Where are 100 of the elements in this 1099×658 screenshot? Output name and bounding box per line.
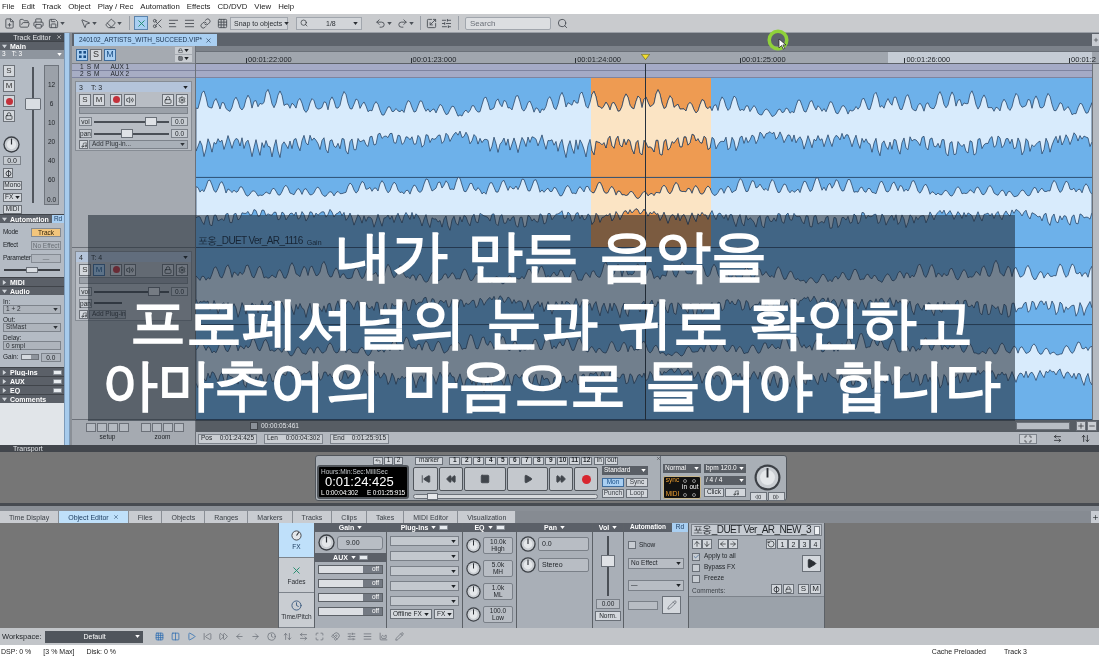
pan-knob[interactable] (520, 556, 536, 573)
toolbar-button[interactable] (377, 630, 390, 643)
lock-button[interactable] (783, 584, 794, 594)
cross-tool-button[interactable] (134, 16, 148, 30)
note-button[interactable] (725, 488, 746, 497)
move-up-button[interactable] (692, 539, 702, 549)
fader-thumb[interactable] (25, 98, 41, 110)
pointer-tool-button[interactable] (79, 16, 97, 30)
eq-knob[interactable] (466, 560, 481, 576)
settings-button[interactable] (176, 263, 188, 276)
move-left-button[interactable] (718, 539, 728, 549)
search-button[interactable] (556, 16, 568, 30)
move-down-button[interactable] (702, 539, 712, 549)
zoom-out-button[interactable] (1087, 421, 1097, 431)
save-button[interactable] (47, 16, 65, 30)
toolbar-button[interactable] (297, 630, 310, 643)
slider-thumb[interactable] (26, 267, 38, 273)
eq-knob[interactable] (466, 606, 481, 622)
volume-fader[interactable] (601, 536, 615, 596)
toolbar-button[interactable] (361, 630, 374, 643)
mute-button[interactable]: M (3, 80, 15, 92)
checkbox[interactable] (692, 574, 700, 583)
add-tab-button[interactable] (1092, 34, 1099, 46)
toolbar-button[interactable] (249, 630, 262, 643)
speaker-button[interactable] (124, 263, 136, 276)
stop-button[interactable] (464, 467, 506, 491)
solo-button[interactable]: S (79, 263, 91, 276)
solo-button[interactable]: S (79, 93, 91, 106)
mute-button[interactable]: M (810, 584, 821, 594)
grid-button[interactable] (216, 16, 228, 30)
open-button[interactable] (18, 16, 30, 30)
toolbar-button[interactable] (329, 630, 342, 643)
vertical-scrollbar[interactable] (1092, 64, 1099, 420)
lock-button[interactable] (162, 93, 174, 106)
comments-field[interactable] (0, 403, 64, 445)
solo-button[interactable]: S (798, 584, 809, 594)
slider-thumb[interactable] (426, 493, 438, 500)
play-button[interactable] (507, 467, 548, 491)
volume-fader[interactable] (24, 67, 42, 203)
undo-button[interactable] (374, 16, 392, 30)
draw-button[interactable] (662, 596, 681, 614)
phase-button[interactable] (3, 168, 13, 178)
zoom-in-button[interactable] (1076, 421, 1086, 431)
lock-button[interactable] (162, 263, 174, 276)
rewind-button[interactable] (439, 467, 463, 491)
checkbox[interactable] (692, 552, 700, 561)
record-button[interactable] (3, 95, 15, 107)
jog-wheel[interactable] (753, 464, 781, 491)
toolbar-button[interactable] (345, 630, 358, 643)
plugin-slot[interactable] (390, 551, 459, 561)
solo-button[interactable]: S (3, 65, 15, 77)
slider-button[interactable] (440, 16, 453, 30)
speaker-button[interactable] (124, 93, 136, 106)
toolbar-button[interactable] (185, 630, 198, 643)
value-field[interactable] (628, 600, 658, 610)
plugin-slot[interactable] (390, 581, 459, 591)
mute-button[interactable]: M (93, 93, 105, 106)
toolbar-button[interactable] (169, 630, 182, 643)
new-file-button[interactable] (3, 16, 15, 30)
redo-button[interactable] (396, 16, 414, 30)
record-button[interactable] (110, 263, 122, 276)
toggle-icon[interactable] (439, 525, 449, 530)
playhead-marker-icon[interactable] (641, 54, 650, 60)
vertical-scrollbar[interactable] (64, 33, 70, 445)
move-right-button[interactable] (728, 539, 738, 549)
mute-all-button[interactable]: M (104, 48, 116, 61)
record-button[interactable] (110, 93, 122, 106)
print-button[interactable] (32, 16, 44, 30)
fast-forward-button[interactable] (767, 492, 785, 501)
position-slider[interactable] (413, 494, 598, 499)
rewind-button[interactable] (749, 492, 767, 501)
fader-thumb[interactable] (601, 555, 615, 568)
settings-button[interactable] (176, 93, 188, 106)
pan-slider[interactable] (94, 128, 169, 138)
link-button[interactable] (198, 16, 212, 30)
record-button[interactable] (574, 467, 598, 491)
pan-knob[interactable] (520, 535, 536, 552)
vol-slider[interactable] (94, 286, 169, 296)
toolbar-button[interactable] (281, 630, 294, 643)
lock-button[interactable] (3, 110, 15, 122)
track-view-button[interactable] (76, 48, 88, 61)
plugin-slot[interactable] (390, 536, 459, 546)
checkbox[interactable] (628, 541, 636, 549)
toolbar-button[interactable] (233, 630, 246, 643)
scissors-button[interactable] (150, 16, 164, 30)
search-field[interactable]: Search (465, 16, 551, 30)
play-button[interactable] (802, 555, 821, 572)
fast-forward-button[interactable] (549, 467, 573, 491)
slider-thumb[interactable] (121, 128, 133, 138)
solo-all-button[interactable]: S (90, 48, 102, 61)
toolbar-button[interactable] (217, 630, 230, 643)
gain-knob[interactable] (318, 534, 335, 551)
toggle-icon[interactable] (358, 555, 368, 560)
vol-slider[interactable] (94, 116, 169, 126)
fit-view-button[interactable] (1019, 433, 1037, 444)
comments-field[interactable] (689, 596, 824, 628)
note-button[interactable] (79, 140, 88, 149)
note-button[interactable] (79, 310, 88, 319)
gain-slider[interactable] (20, 354, 39, 360)
toolbar-button[interactable] (201, 630, 214, 643)
